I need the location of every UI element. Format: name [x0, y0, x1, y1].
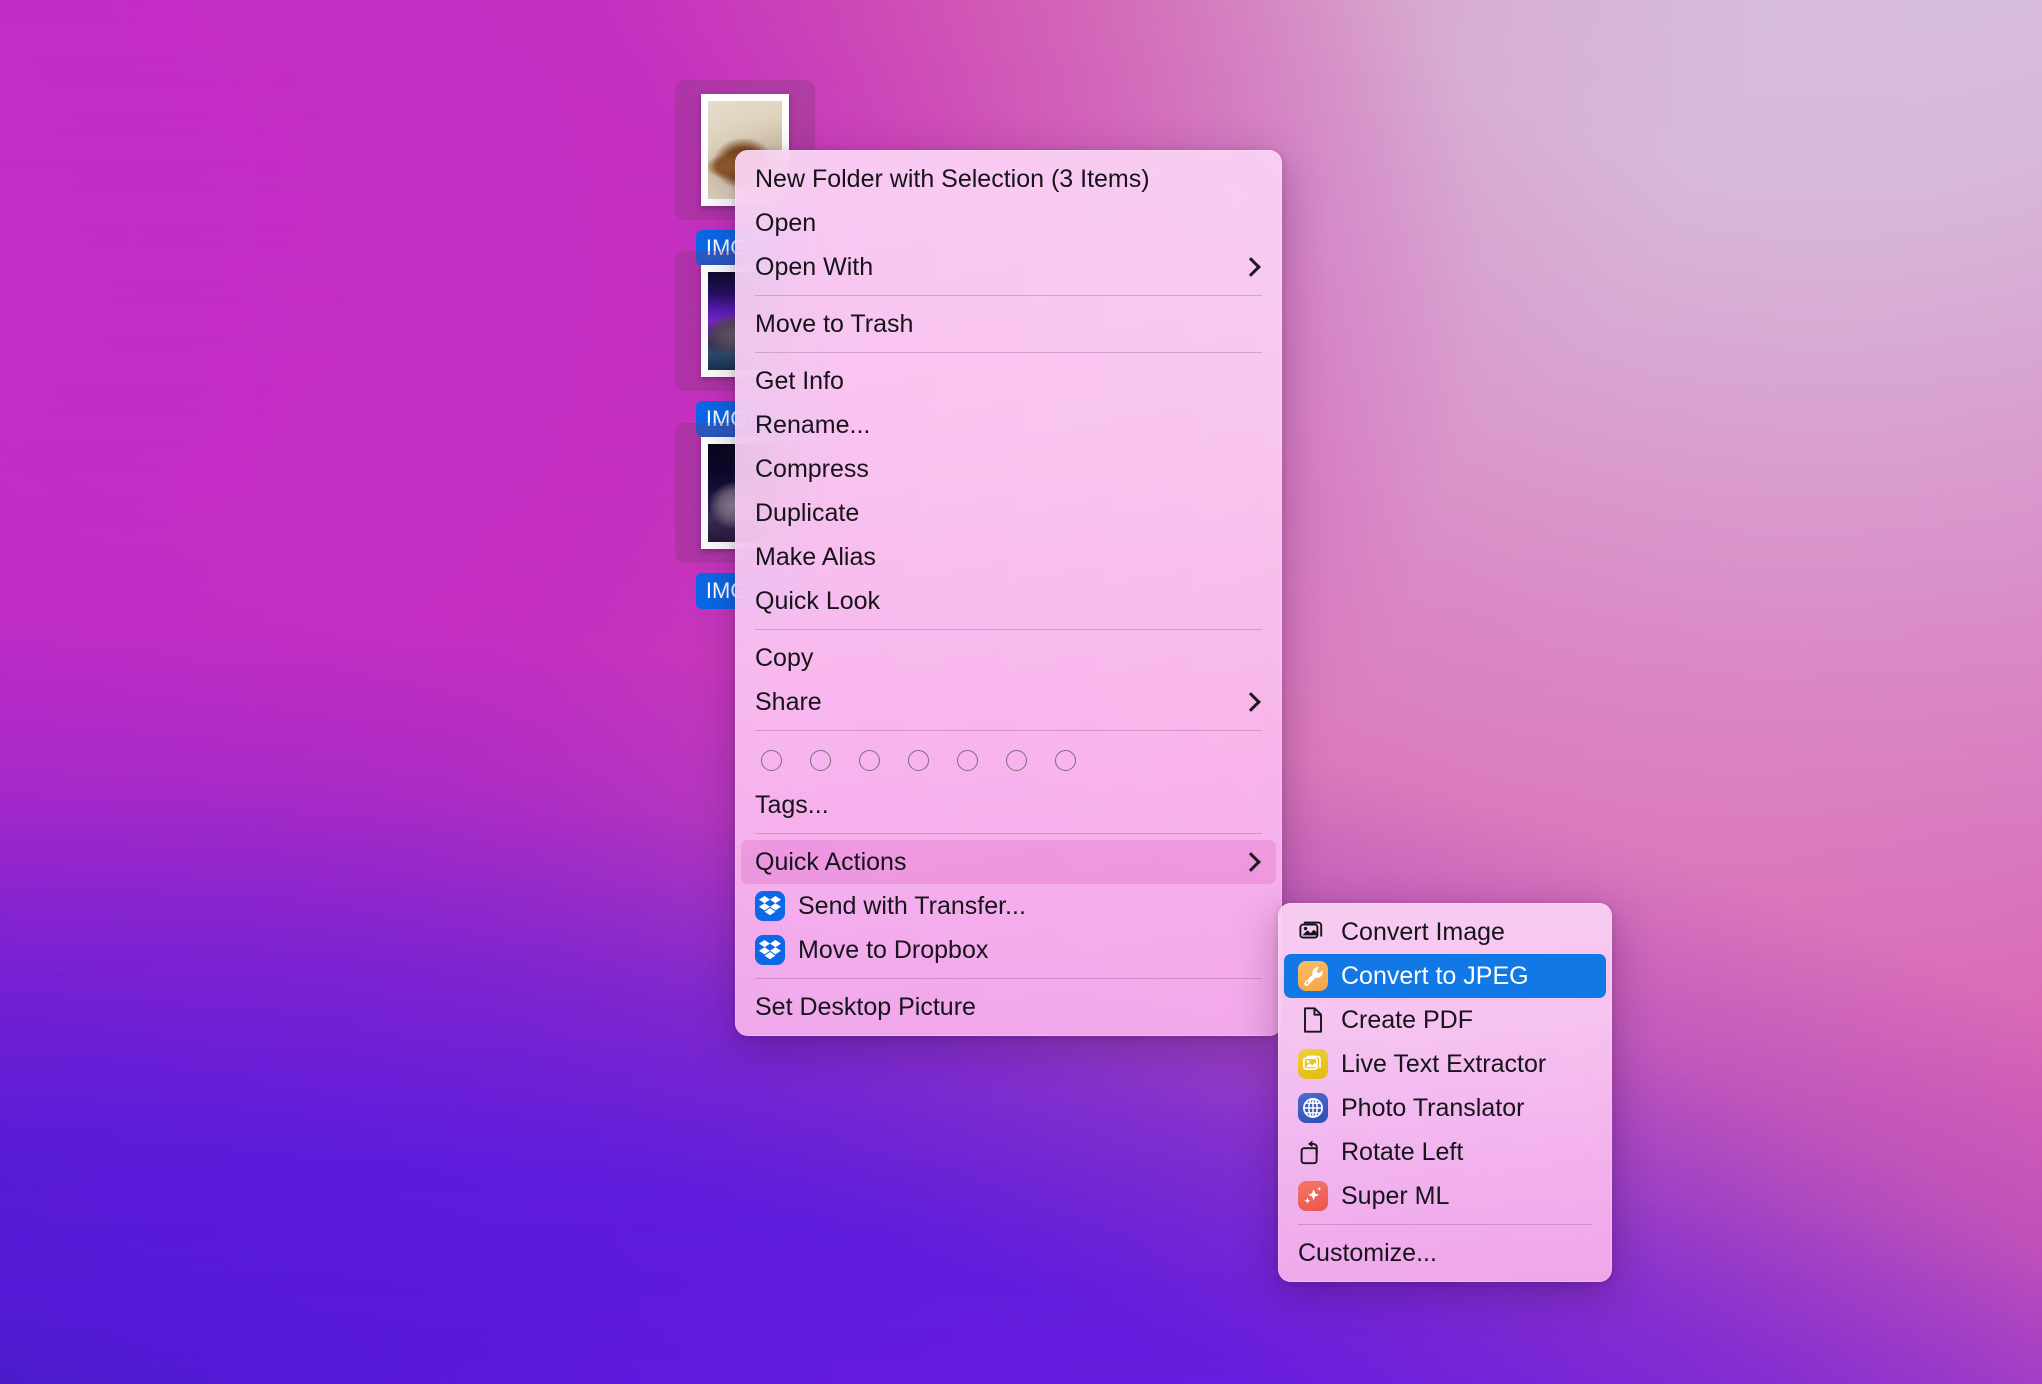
- tag-swatch-4[interactable]: [957, 749, 978, 771]
- finder-context-menu: New Folder with Selection (3 Items) Open…: [735, 150, 1282, 1036]
- sparkles-icon: [1298, 1181, 1328, 1211]
- dropbox-icon: [755, 935, 785, 965]
- menu-item-open-with[interactable]: Open With: [741, 245, 1276, 289]
- menu-item-label: Quick Actions: [755, 847, 907, 876]
- photos-stack-icon: [1298, 917, 1328, 947]
- tag-swatch-0[interactable]: [761, 749, 782, 771]
- menu-item-label: Make Alias: [755, 542, 876, 571]
- menu-item-label: Set Desktop Picture: [755, 992, 976, 1021]
- submenu-item-create-pdf[interactable]: Create PDF: [1284, 998, 1606, 1042]
- menu-item-copy[interactable]: Copy: [741, 636, 1276, 680]
- menu-item-quick-look[interactable]: Quick Look: [741, 579, 1276, 623]
- submenu-item-label: Photo Translator: [1341, 1093, 1525, 1122]
- document-icon: [1298, 1005, 1328, 1035]
- menu-item-quick-actions[interactable]: Quick Actions: [741, 840, 1276, 884]
- menu-item-get-info[interactable]: Get Info: [741, 359, 1276, 403]
- menu-item-label: Send with Transfer...: [798, 891, 1026, 920]
- tag-swatch-6[interactable]: [1055, 749, 1076, 771]
- dropbox-icon: [755, 891, 785, 921]
- submenu-item-photo-translator[interactable]: Photo Translator: [1284, 1086, 1606, 1130]
- tag-swatch-3[interactable]: [908, 749, 929, 771]
- menu-item-move-to-dropbox[interactable]: Move to Dropbox: [741, 928, 1276, 972]
- submenu-item-label: Super ML: [1341, 1181, 1450, 1210]
- wrench-icon: [1298, 961, 1328, 991]
- menu-item-label: Get Info: [755, 366, 844, 395]
- menu-item-share[interactable]: Share: [741, 680, 1276, 724]
- submenu-item-label: Live Text Extractor: [1341, 1049, 1547, 1078]
- quick-actions-submenu: Convert Image Convert to JPEG Create PDF: [1278, 903, 1612, 1282]
- menu-item-label: Quick Look: [755, 586, 881, 615]
- chevron-right-icon: [1241, 257, 1261, 277]
- tag-color-swatches: [735, 737, 1282, 783]
- menu-separator: [1298, 1224, 1592, 1225]
- chevron-right-icon: [1241, 692, 1261, 712]
- menu-item-compress[interactable]: Compress: [741, 447, 1276, 491]
- menu-item-rename[interactable]: Rename...: [741, 403, 1276, 447]
- menu-item-label: Open With: [755, 252, 874, 281]
- submenu-item-customize[interactable]: Customize...: [1284, 1231, 1606, 1275]
- menu-item-tags[interactable]: Tags...: [741, 783, 1276, 827]
- menu-item-send-with-transfer[interactable]: Send with Transfer...: [741, 884, 1276, 928]
- menu-item-label: Open: [755, 208, 817, 237]
- menu-item-set-desktop-picture[interactable]: Set Desktop Picture: [741, 985, 1276, 1029]
- tag-swatch-1[interactable]: [810, 749, 831, 771]
- menu-separator: [755, 730, 1262, 731]
- menu-item-label: Copy: [755, 643, 814, 672]
- submenu-item-label: Convert to JPEG: [1341, 961, 1529, 990]
- submenu-item-super-ml[interactable]: Super ML: [1284, 1174, 1606, 1218]
- menu-item-open[interactable]: Open: [741, 201, 1276, 245]
- submenu-item-label: Create PDF: [1341, 1005, 1473, 1034]
- chevron-right-icon: [1241, 852, 1261, 872]
- tag-swatch-5[interactable]: [1006, 749, 1027, 771]
- submenu-item-label: Customize...: [1298, 1238, 1437, 1267]
- menu-item-label: Rename...: [755, 410, 871, 439]
- live-text-icon: [1298, 1049, 1328, 1079]
- menu-item-duplicate[interactable]: Duplicate: [741, 491, 1276, 535]
- menu-item-label: New Folder with Selection (3 Items): [755, 164, 1150, 193]
- submenu-item-label: Rotate Left: [1341, 1137, 1464, 1166]
- menu-separator: [755, 833, 1262, 834]
- menu-item-label: Move to Trash: [755, 309, 914, 338]
- menu-item-label: Share: [755, 687, 822, 716]
- globe-icon: [1298, 1093, 1328, 1123]
- submenu-item-rotate-left[interactable]: Rotate Left: [1284, 1130, 1606, 1174]
- submenu-item-live-text-extractor[interactable]: Live Text Extractor: [1284, 1042, 1606, 1086]
- menu-item-label: Duplicate: [755, 498, 860, 527]
- tag-swatch-2[interactable]: [859, 749, 880, 771]
- menu-item-label: Tags...: [755, 790, 829, 819]
- submenu-item-convert-to-jpeg[interactable]: Convert to JPEG: [1284, 954, 1606, 998]
- menu-item-label: Compress: [755, 454, 869, 483]
- submenu-item-convert-image[interactable]: Convert Image: [1284, 910, 1606, 954]
- menu-item-new-folder-with-selection[interactable]: New Folder with Selection (3 Items): [741, 157, 1276, 201]
- menu-separator: [755, 978, 1262, 979]
- menu-item-label: Move to Dropbox: [798, 935, 989, 964]
- submenu-item-label: Convert Image: [1341, 917, 1505, 946]
- menu-item-move-to-trash[interactable]: Move to Trash: [741, 302, 1276, 346]
- menu-separator: [755, 352, 1262, 353]
- rotate-left-icon: [1298, 1137, 1328, 1167]
- menu-separator: [755, 295, 1262, 296]
- menu-separator: [755, 629, 1262, 630]
- menu-item-make-alias[interactable]: Make Alias: [741, 535, 1276, 579]
